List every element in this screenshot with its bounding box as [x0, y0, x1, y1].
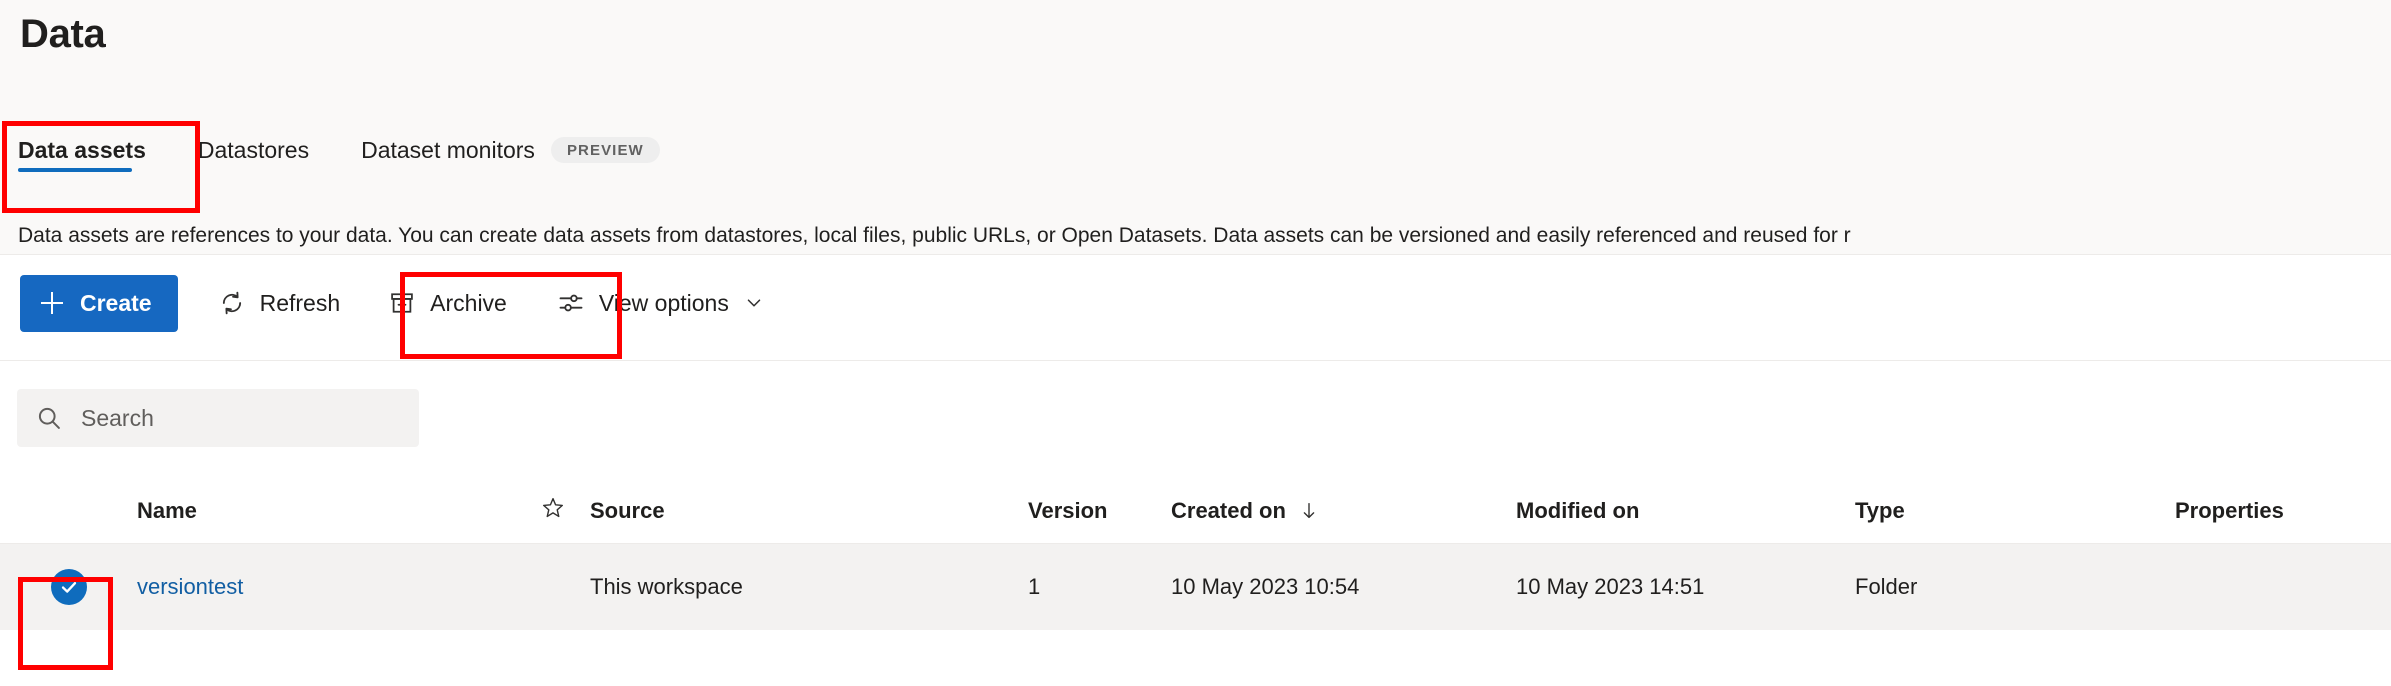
view-options-button[interactable]: View options [541, 275, 781, 332]
tab-datastores[interactable]: Datastores [198, 122, 309, 178]
data-asset-link[interactable]: versiontest [137, 574, 243, 600]
column-header-modified-on-label: Modified on [1516, 498, 1640, 523]
archive-button[interactable]: Archive [372, 275, 523, 332]
column-header-source-label: Source [590, 498, 665, 523]
favorite-star-icon[interactable] [540, 495, 566, 527]
create-button-label: Create [80, 289, 152, 316]
column-header-source[interactable]: Source [590, 498, 1028, 524]
refresh-button-label: Refresh [259, 289, 341, 316]
cell-source: This workspace [590, 574, 743, 599]
tab-datastores-label: Datastores [197, 136, 310, 163]
column-header-type[interactable]: Type [1855, 498, 2175, 524]
cell-type: Folder [1855, 574, 1918, 599]
chevron-down-icon [743, 292, 765, 314]
search-box[interactable] [17, 389, 419, 447]
tab-selected-indicator [18, 168, 132, 172]
data-assets-table: Name Source Version Created on Modified … [0, 479, 2391, 630]
refresh-button[interactable]: Refresh [202, 275, 357, 332]
archive-button-label: Archive [430, 289, 507, 316]
command-bar: Create Refresh Archive View options [0, 255, 2391, 361]
row-select-checkbox[interactable] [0, 569, 137, 605]
refresh-icon [218, 289, 246, 317]
column-header-created-on-label: Created on [1171, 498, 1286, 523]
cell-modified-on: 10 May 2023 14:51 [1516, 574, 1705, 599]
tab-data-assets[interactable]: Data assets [18, 122, 146, 178]
column-header-name[interactable]: Name [137, 495, 590, 527]
data-assets-list-area: Name Source Version Created on [0, 361, 2391, 686]
search-input[interactable] [81, 404, 401, 432]
table-header-row: Name Source Version Created on Modified … [0, 479, 2391, 544]
column-header-properties[interactable]: Properties [2175, 498, 2391, 524]
preview-badge: PREVIEW [550, 137, 660, 163]
column-header-type-label: Type [1855, 498, 1905, 523]
tab-dataset-monitors-label: Dataset monitors [361, 136, 535, 163]
page-description: Data assets are references to your data.… [18, 224, 1851, 247]
cell-version: 1 [1028, 574, 1041, 599]
sliders-icon [557, 289, 585, 317]
command-bar-items: Create Refresh Archive View options [20, 273, 781, 333]
archive-icon [388, 289, 416, 317]
column-header-created-on[interactable]: Created on [1171, 498, 1516, 524]
checkmark-icon[interactable] [50, 569, 87, 605]
column-header-name-label: Name [137, 498, 197, 523]
table-row[interactable]: versiontest This workspace 1 10 May 2023… [0, 544, 2391, 630]
tab-dataset-monitors[interactable]: Dataset monitors PREVIEW [361, 122, 660, 178]
column-header-version-label: Version [1028, 498, 1108, 523]
cell-created-on: 10 May 2023 10:54 [1171, 574, 1360, 599]
page-title: Data [20, 12, 106, 56]
column-header-version[interactable]: Version [1028, 498, 1171, 524]
search-icon [35, 404, 63, 432]
tab-data-assets-label: Data assets [18, 136, 146, 163]
page-header: Data Data assets Datastores Dataset moni… [0, 0, 2391, 255]
create-button[interactable]: Create [20, 274, 178, 332]
column-header-properties-label: Properties [2175, 498, 2284, 523]
plus-icon [38, 289, 66, 317]
view-options-button-label: View options [598, 289, 729, 316]
tab-bar: Data assets Datastores Dataset monitors … [18, 122, 712, 200]
sort-descending-icon [1298, 500, 1320, 522]
column-header-modified-on[interactable]: Modified on [1516, 498, 1855, 524]
cell-name: versiontest [137, 574, 590, 600]
